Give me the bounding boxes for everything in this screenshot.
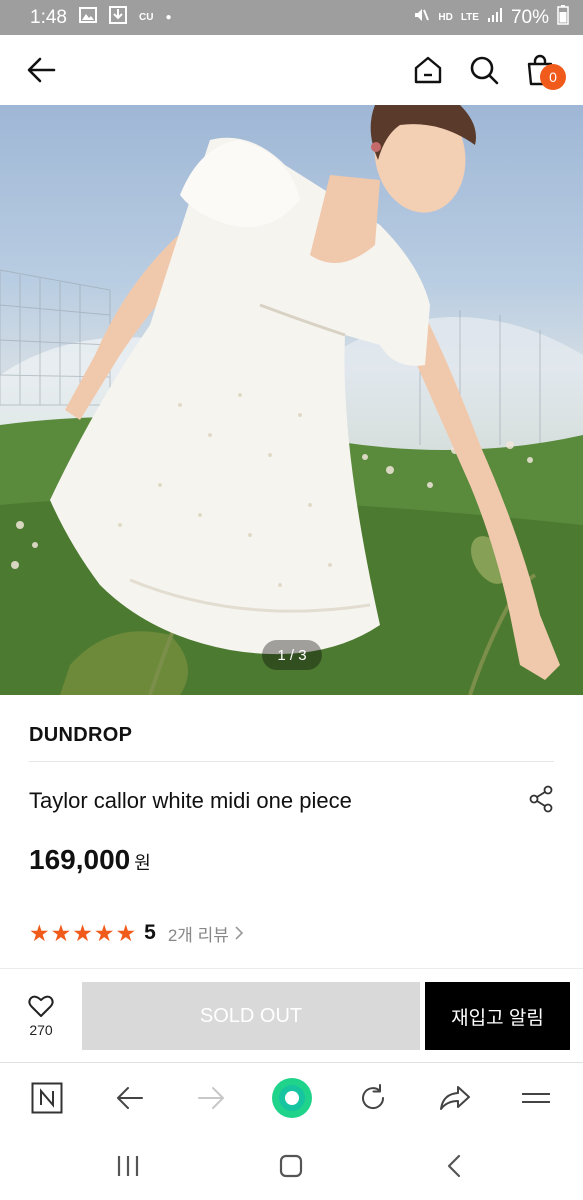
divider xyxy=(29,761,554,762)
product-name: Taylor callor white midi one piece xyxy=(29,788,352,813)
n-icon xyxy=(31,1082,63,1114)
price: 169,000 xyxy=(29,844,131,875)
browser-home-button[interactable] xyxy=(270,1076,314,1120)
download-notification-icon xyxy=(108,5,127,30)
star-icon: ★ xyxy=(93,919,115,946)
heart-icon xyxy=(28,995,54,1017)
rating-row: ★ ★ ★ ★ ★ 5 2개 리뷰 xyxy=(29,919,243,947)
back-button[interactable] xyxy=(22,50,62,90)
product-photo xyxy=(0,105,583,695)
status-left: 1:48 CU ● xyxy=(30,5,172,30)
star-icon: ★ xyxy=(50,919,72,946)
system-back-icon xyxy=(447,1154,461,1178)
status-bar: 1:48 CU ● HD LTE 70% xyxy=(0,0,583,35)
search-icon xyxy=(470,56,499,85)
image-counter: 1 / 3 xyxy=(262,640,322,670)
browser-forward-button[interactable] xyxy=(191,1078,231,1118)
refresh-button[interactable] xyxy=(353,1078,393,1118)
system-home-icon xyxy=(279,1154,303,1178)
star-rating: ★ ★ ★ ★ ★ xyxy=(29,919,137,946)
system-navigation-bar xyxy=(0,1132,583,1200)
lte-label: LTE xyxy=(460,11,479,23)
wishlist-count: 270 xyxy=(29,1022,53,1038)
search-button[interactable] xyxy=(464,50,504,90)
wishlist-button[interactable]: 270 xyxy=(12,994,70,1044)
rating-value: 5 xyxy=(144,921,156,944)
browser-back-button[interactable] xyxy=(110,1078,150,1118)
brand-name[interactable]: DUNDROP xyxy=(29,724,132,747)
home-button[interactable] xyxy=(408,50,448,90)
review-count: 2개 리뷰 xyxy=(167,925,229,945)
app-header: 0 xyxy=(0,35,583,105)
recent-apps-icon xyxy=(117,1156,139,1176)
gallery-notification-icon xyxy=(78,6,97,29)
share-button[interactable] xyxy=(524,782,558,816)
sold-out-button[interactable]: SOLD OUT xyxy=(82,982,420,1050)
browser-menu-button[interactable] xyxy=(516,1078,556,1118)
price-row: 169,000 원 xyxy=(29,844,151,876)
status-time: 1:48 xyxy=(30,6,67,28)
refresh-icon xyxy=(362,1084,385,1110)
home-icon xyxy=(414,56,442,84)
hd-voice-label: HD xyxy=(438,11,453,23)
forward-arrow-icon xyxy=(198,1087,224,1109)
product-image-gallery[interactable]: 1 / 3 xyxy=(0,105,583,695)
battery-icon xyxy=(557,4,569,31)
section-divider xyxy=(0,968,583,969)
recent-apps-button[interactable] xyxy=(108,1146,148,1186)
home-dot-icon xyxy=(272,1078,312,1118)
cart-count-badge: 0 xyxy=(540,64,566,90)
star-icon: ★ xyxy=(115,919,137,946)
signal-icon xyxy=(487,7,503,29)
system-home-button[interactable] xyxy=(271,1146,311,1186)
cart-button[interactable]: 0 xyxy=(520,50,566,90)
mute-icon xyxy=(412,6,430,30)
share-icon xyxy=(529,785,553,813)
browser-toolbar xyxy=(0,1062,583,1132)
carrier-label: CU xyxy=(138,11,154,23)
review-link[interactable]: 2개 리뷰 xyxy=(168,921,243,946)
back-arrow-icon xyxy=(27,57,56,83)
star-icon: ★ xyxy=(29,919,50,946)
share-arrow-icon xyxy=(440,1086,470,1110)
dot-indicator-icon: ● xyxy=(165,12,172,23)
back-arrow-icon xyxy=(117,1087,143,1109)
naver-n-button[interactable] xyxy=(27,1078,67,1118)
currency: 원 xyxy=(134,853,151,873)
star-icon: ★ xyxy=(72,919,93,946)
status-right: HD LTE 70% xyxy=(412,4,569,31)
chevron-right-icon xyxy=(235,926,243,940)
system-back-button[interactable] xyxy=(434,1146,474,1186)
restock-alert-button[interactable]: 재입고 알림 xyxy=(425,982,570,1050)
menu-icon xyxy=(522,1093,550,1103)
browser-share-button[interactable] xyxy=(435,1078,475,1118)
battery-percent: 70% xyxy=(510,6,549,28)
